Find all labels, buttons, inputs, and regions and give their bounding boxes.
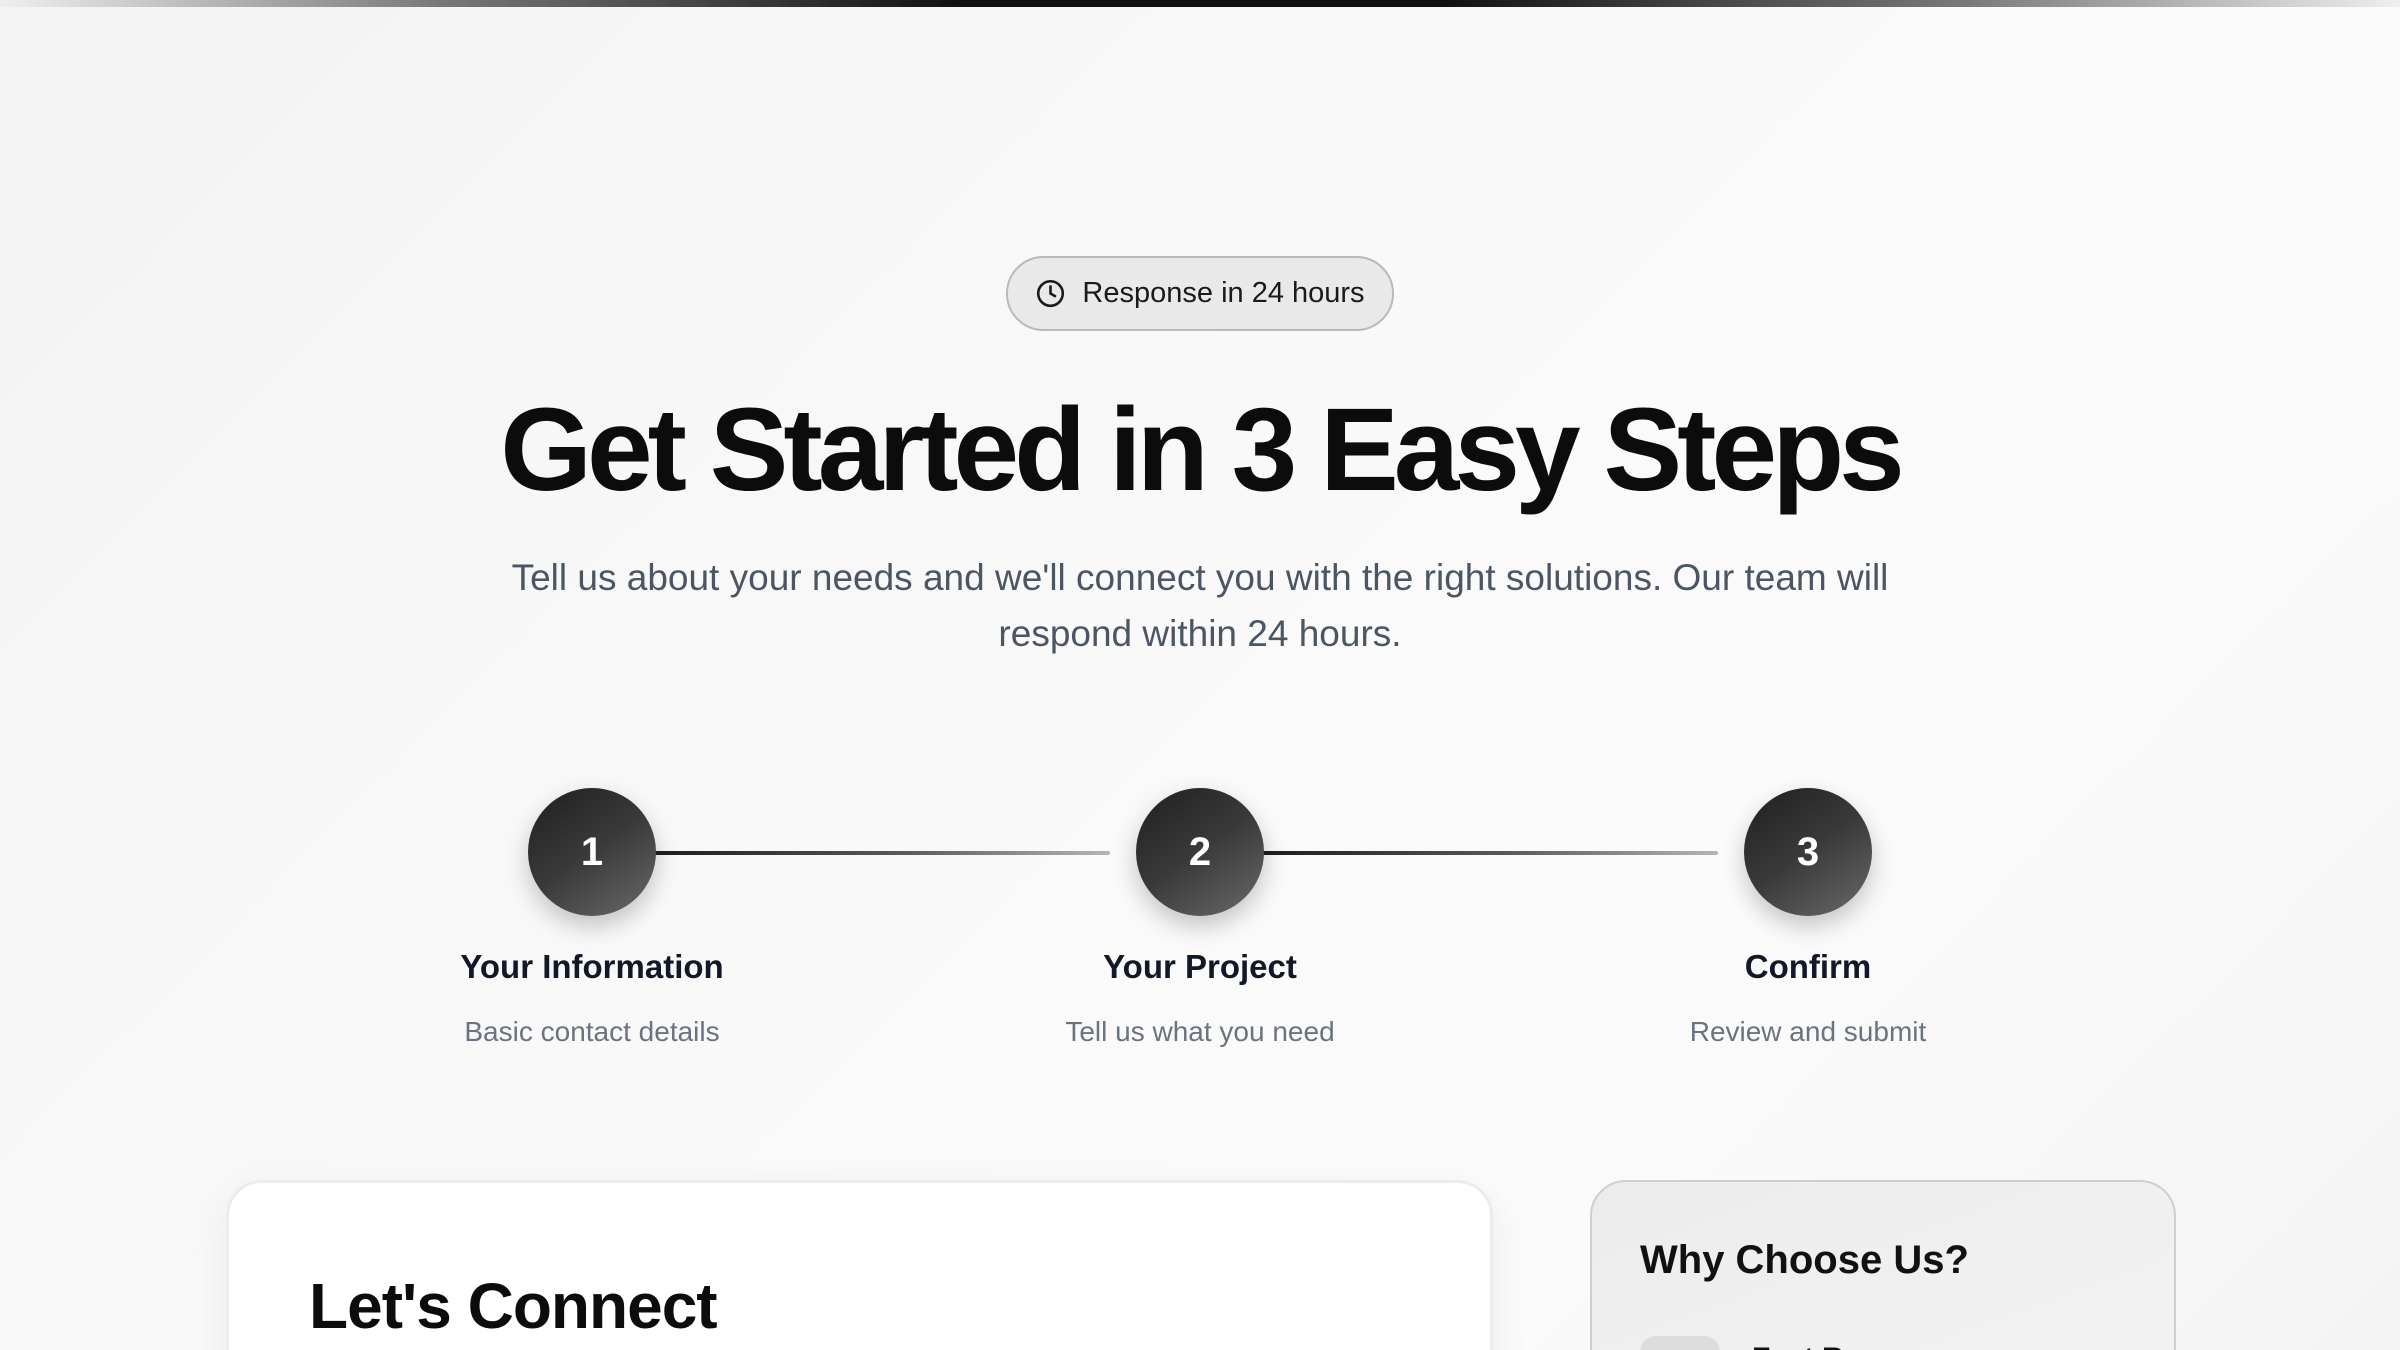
clock-icon <box>1037 279 1065 308</box>
step-1-number: 1 <box>528 788 656 916</box>
page-subtitle: Tell us about your needs and we'll conne… <box>511 557 1889 654</box>
step-3-description: Review and submit <box>1689 1016 1927 1047</box>
step-3-number: 3 <box>1744 788 1872 916</box>
why-choose-us-card: Why Choose Us? Fast Response <box>1590 1180 2176 1350</box>
step-2-number: 2 <box>1136 788 1264 916</box>
page-title: Get Started in 3 Easy Steps <box>500 384 1905 516</box>
form-title: Let's Connect <box>309 1270 718 1342</box>
step-connector-1-2 <box>650 851 1110 855</box>
step-2-description: Tell us what you need <box>1065 1016 1335 1047</box>
step-1-description: Basic contact details <box>464 1016 720 1047</box>
step-2-title: Your Project <box>1103 948 1297 985</box>
top-accent-bar <box>0 0 2400 7</box>
feature-icon <box>1640 1336 1720 1350</box>
step-3-title: Confirm <box>1744 948 1872 985</box>
feature-label: Fast Response <box>1752 1342 1965 1350</box>
step-1-title: Your Information <box>460 948 724 985</box>
contact-form-card: Let's Connect <box>226 1180 1493 1350</box>
why-choose-us-title: Why Choose Us? <box>1640 1238 1969 1282</box>
response-time-badge: Response in 24 hours <box>1006 256 1394 331</box>
badge-text: Response in 24 hours <box>1082 277 1365 309</box>
step-connector-2-3 <box>1258 851 1718 855</box>
